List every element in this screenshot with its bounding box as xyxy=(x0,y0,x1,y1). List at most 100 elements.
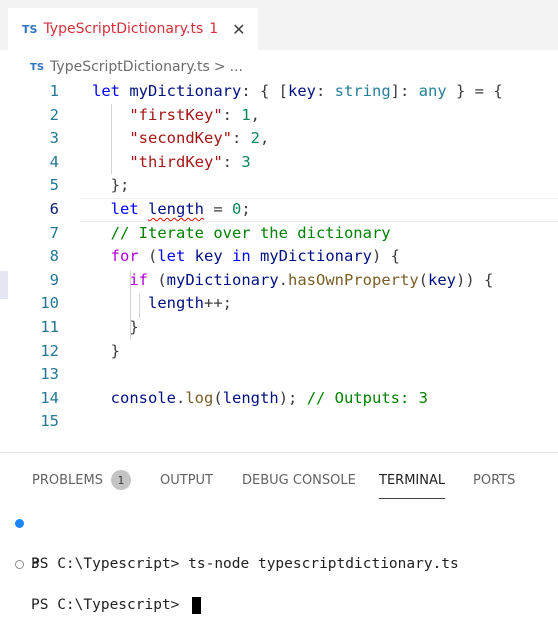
typescript-file-icon: TS xyxy=(22,22,38,36)
tab-ports[interactable]: PORTS xyxy=(473,465,515,495)
code-token: let xyxy=(92,82,130,100)
tab-problems-label: PROBLEMS xyxy=(32,472,103,488)
code-token: length xyxy=(92,294,204,313)
tab-output-label: OUTPUT xyxy=(160,472,213,488)
code-text: // Iterate over the dictionary xyxy=(92,222,391,246)
code-line: 1 let myDictionary: { [key: string]: any … xyxy=(0,80,558,104)
terminal-prompt: PS C:\Typescript> xyxy=(31,595,202,616)
breadcrumb-file[interactable]: TypeScriptDictionary.ts xyxy=(50,59,210,75)
code-token: : xyxy=(315,82,335,100)
code-token: ; xyxy=(241,199,251,218)
code-line: 2 "firstKey": 1, xyxy=(0,104,558,128)
code-token: : xyxy=(231,129,251,148)
code-line: 10 length++; xyxy=(0,292,558,316)
code-text: console.log(length); // Outputs: 3 xyxy=(92,387,428,411)
code-line: 3 "secondKey": 2, xyxy=(0,127,558,151)
terminal-line: PS C:\Typescript> xyxy=(0,554,558,614)
code-text: let length = 0; xyxy=(92,198,251,222)
line-number: 4 xyxy=(49,152,59,171)
code-token: // Iterate over the dictionary xyxy=(92,223,391,242)
tab-debug-console-label: DEBUG CONSOLE xyxy=(242,472,356,488)
code-token: "firstKey" xyxy=(129,105,223,124)
command-pending-icon[interactable] xyxy=(15,560,24,569)
tab-typescriptdictionary[interactable]: TS TypeScriptDictionary.ts 1 ✕ xyxy=(8,8,258,50)
code-line: 6 let length = 0; xyxy=(0,197,558,222)
tab-terminal-label: TERMINAL xyxy=(379,472,446,488)
line-number: 3 xyxy=(49,129,59,148)
tab-problems[interactable]: PROBLEMS 1 xyxy=(32,465,131,495)
line-number: 8 xyxy=(49,247,59,266)
bottom-panel: PROBLEMS 1 OUTPUT DEBUG CONSOLE TERMINAL… xyxy=(0,452,558,614)
code-text: for (let key in myDictionary) { xyxy=(92,245,400,269)
code-token: ++; xyxy=(203,294,232,313)
chevron-right-icon: > xyxy=(213,59,226,75)
code-text: "secondKey": 2, xyxy=(92,127,269,151)
code-token: : xyxy=(222,105,242,124)
terminal-line: 3 xyxy=(0,534,558,572)
terminal-cursor xyxy=(192,596,202,614)
code-token: = xyxy=(204,199,232,218)
code-token: )) { xyxy=(456,270,494,289)
code-token: "thirdKey" xyxy=(129,152,223,171)
tab-ports-label: PORTS xyxy=(473,472,516,488)
code-token: 1 xyxy=(241,105,251,124)
terminal-line: PS C:\Typescript> ts-node typescriptdict… xyxy=(0,513,558,572)
code-token: log xyxy=(185,388,214,407)
code-token: , xyxy=(250,105,261,124)
code-token: , xyxy=(260,129,270,148)
tab-terminal[interactable]: TERMINAL xyxy=(379,465,446,499)
code-token: in xyxy=(222,247,260,266)
code-token: "secondKey" xyxy=(129,129,232,148)
line-number: 15 xyxy=(40,412,59,431)
line-number: 13 xyxy=(40,365,59,384)
code-token: string xyxy=(334,82,391,100)
code-token: if xyxy=(92,270,148,289)
close-icon[interactable]: ✕ xyxy=(232,20,245,39)
line-number: 14 xyxy=(40,388,59,407)
code-token: key xyxy=(287,82,316,100)
code-text: } xyxy=(92,340,120,364)
code-line: 8 for (let key in myDictionary) { xyxy=(0,245,558,269)
code-line: 12 } xyxy=(0,340,558,364)
command-success-icon[interactable] xyxy=(15,519,24,528)
code-token: } xyxy=(92,317,139,336)
code-text: if (myDictionary.hasOwnProperty(key)) { xyxy=(92,269,493,293)
code-token: . xyxy=(278,270,288,289)
code-line: 5 }; xyxy=(0,174,558,198)
code-line: 11 } xyxy=(0,316,558,340)
code-editor[interactable]: 1 let myDictionary: { [key: string]: any … xyxy=(0,80,558,440)
code-text: "thirdKey": 3 xyxy=(92,151,251,175)
line-number: 6 xyxy=(49,199,59,218)
line-number: 1 xyxy=(49,82,59,100)
code-token: length xyxy=(222,388,279,407)
code-line: 7 // Iterate over the dictionary xyxy=(0,222,558,246)
code-token: ( xyxy=(418,270,428,289)
line-number: 11 xyxy=(40,317,59,336)
code-token: key xyxy=(428,270,456,289)
code-text: "firstKey": 1, xyxy=(92,104,260,128)
code-token: ( xyxy=(213,388,223,407)
code-token: length xyxy=(148,199,204,218)
code-token: ( xyxy=(138,247,158,266)
code-token: let xyxy=(157,247,195,266)
code-token: 3 xyxy=(241,152,251,171)
tab-output[interactable]: OUTPUT xyxy=(160,465,213,495)
code-token: myDictionary xyxy=(260,247,372,266)
terminal[interactable]: PS C:\Typescript> ts-node typescriptdict… xyxy=(0,513,558,614)
tab-bar-left-strip xyxy=(0,0,8,50)
code-token: . xyxy=(176,388,186,407)
breadcrumb-symbols[interactable]: ... xyxy=(230,59,243,75)
tab-filename: TypeScriptDictionary.ts xyxy=(43,21,204,37)
code-token: myDictionary xyxy=(129,82,242,100)
code-token: any xyxy=(418,82,447,100)
code-line: 14 console.log(length); // Outputs: 3 xyxy=(0,387,558,411)
line-number: 7 xyxy=(49,223,59,242)
code-token: ]: xyxy=(390,82,419,100)
line-number: 9 xyxy=(49,270,59,289)
code-text: length++; xyxy=(92,292,232,316)
code-token: ) { xyxy=(371,247,400,266)
code-token: ( xyxy=(148,270,167,289)
tab-debug-console[interactable]: DEBUG CONSOLE xyxy=(242,465,356,495)
